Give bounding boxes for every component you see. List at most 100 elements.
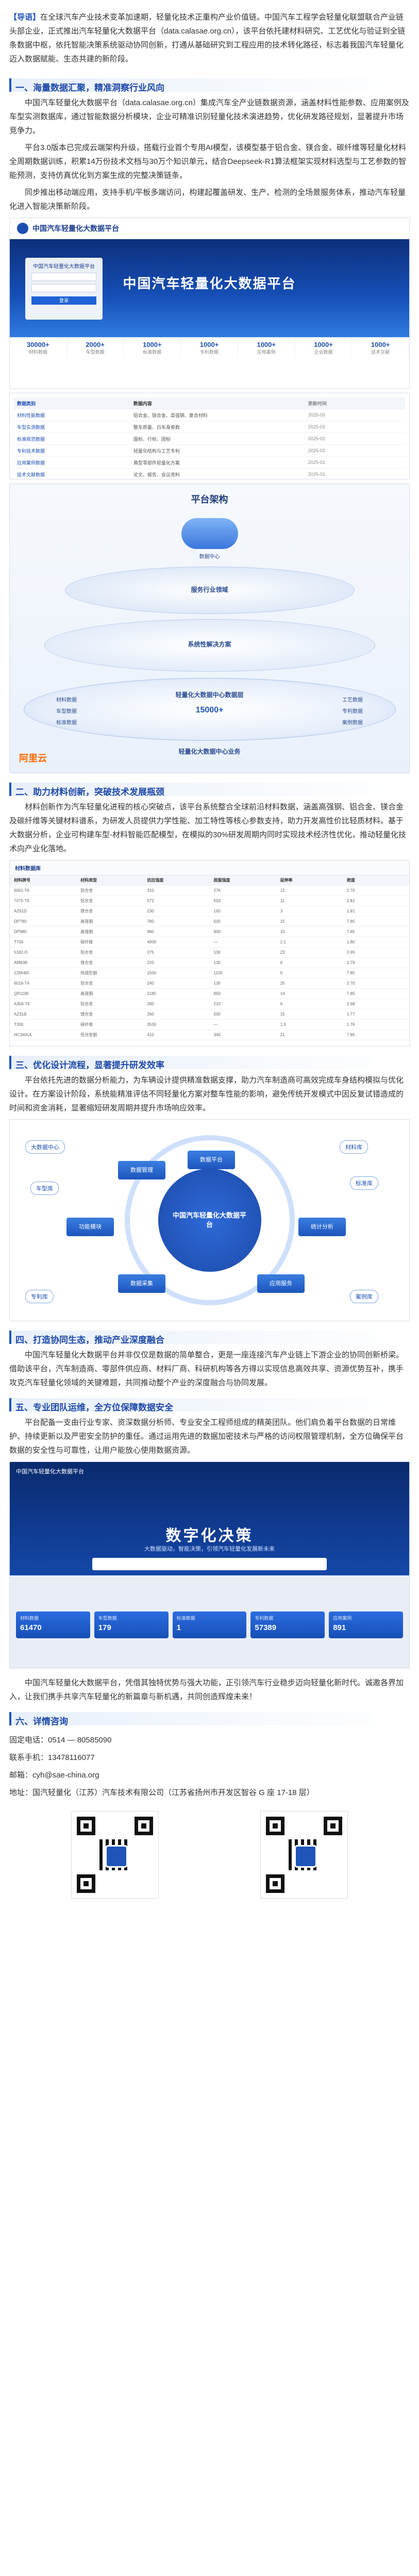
table-cell: 260 xyxy=(147,1012,154,1017)
section-4-title: 四、打造协同生态，推动产业深度融合 xyxy=(15,1335,164,1345)
decision-header: 中国汽车轻量化大数据平台 xyxy=(16,1469,84,1475)
table-cell: 5182-O xyxy=(14,950,28,955)
function-tag: 标准库 xyxy=(350,1176,378,1190)
table-row[interactable]: A356-T6 铝合金 280 210 6 2.68 xyxy=(10,999,409,1009)
section-3-paragraph-1: 平台依托先进的数据分析能力，为车辆设计提供精准数据支撑，助力汽车制造商可高效完成… xyxy=(9,1076,404,1112)
table-row[interactable]: DP980 高强钢 980 600 10 7.85 xyxy=(10,927,409,937)
kpi-value: 61470 xyxy=(20,1623,42,1632)
login-button[interactable]: 登录 xyxy=(31,296,96,305)
table-cell: 340 xyxy=(213,1033,221,1037)
table-cell: 23 xyxy=(280,950,285,955)
section-1-heading: 一、海量数据汇聚，精准洞察行业风向 xyxy=(0,73,419,96)
table-row[interactable]: 车型实测数据 整车质量、白车身参数 2025-03 xyxy=(14,421,405,433)
table-cell: 160 xyxy=(213,909,221,913)
table-row[interactable]: HC340LA 低合金钢 410 340 21 7.85 xyxy=(10,1030,409,1040)
table-cell: 7.85 xyxy=(346,919,355,924)
stat-label: 专利数据 xyxy=(200,350,219,355)
kpi-value: 1 xyxy=(176,1623,181,1632)
left-item: 标准数据 xyxy=(56,720,77,726)
table-row[interactable]: 材料性能数据 铝合金、镁合金、高强钢、复合材料 2025-03 xyxy=(14,409,405,421)
section-5-heading: 五、专业团队运维，全方位保障数据安全 xyxy=(0,1393,419,1416)
stat-label: 技术文献 xyxy=(371,350,390,355)
stat-item: 1000+ 标准数据 xyxy=(124,338,181,358)
table-cell: 1.79 xyxy=(346,960,355,965)
table-row[interactable]: T300 碳纤维 3530 — 1.5 1.76 xyxy=(10,1020,409,1030)
stat-value: 1000+ xyxy=(314,341,333,348)
table-cell: 6 xyxy=(280,1002,283,1006)
table-cell: 1.76 xyxy=(346,1022,355,1027)
decision-subtitle: 大数据驱动，智能决策，引领汽车轻量化发展新未来 xyxy=(144,1546,275,1552)
table-cell: 503 xyxy=(213,899,221,903)
function-node: 数据采集 xyxy=(118,1274,165,1293)
portal-screenshot: 中国汽车轻量化大数据平台 中国汽车轻量化大数据平台 登录 中国汽车轻量化大数据平… xyxy=(9,218,410,389)
intro-tag: 【导语】 xyxy=(9,13,41,22)
table-row[interactable]: T700 碳纤维 4900 — 2.1 1.80 xyxy=(10,937,409,948)
stat-item: 30000+ 材料数据 xyxy=(10,338,67,358)
table-cell: 410 xyxy=(147,1033,154,1037)
table-row[interactable]: 7075-T6 铝合金 572 503 11 2.81 xyxy=(10,896,409,906)
table-row[interactable]: 22MnB5 热成形钢 1500 1100 6 7.85 xyxy=(10,968,409,978)
function-node: 应用服务 xyxy=(257,1274,305,1293)
section-2-paragraph-1: 材料创新作为汽车轻量化进程的核心突破点，该平台系统整合全球前沿材料数据，涵盖高强… xyxy=(9,803,407,853)
stat-label: 应用案例 xyxy=(257,350,276,355)
table-cell: 2.70 xyxy=(346,981,355,986)
kpi-label: 车型数据 xyxy=(98,1616,117,1621)
decision-search-input[interactable] xyxy=(92,1558,327,1570)
table-cell: 高强钢 xyxy=(80,991,93,996)
stat-label: 企业数据 xyxy=(314,350,333,355)
platform-architecture-diagram: 平台架构 数据中心 服务行业领域 系统性解决方案 轻量化大数据中心数据层 150… xyxy=(9,484,410,773)
table-row[interactable]: 标准规范数据 国标、行标、团标 2025-02 xyxy=(14,433,405,445)
table-cell: 850 xyxy=(213,991,221,996)
cloud-icon xyxy=(181,518,238,549)
function-center-label: 中国汽车轻量化大数据平台 xyxy=(172,1211,246,1228)
table-cell: 275 xyxy=(147,950,154,955)
table-cell: 7.85 xyxy=(346,991,355,996)
qr-code-icon xyxy=(260,1811,348,1899)
table-cell: 276 xyxy=(213,888,221,893)
table-cell: 高强钢 xyxy=(80,919,93,924)
table-row[interactable]: 5182-O 铝合金 275 130 23 2.65 xyxy=(10,948,409,958)
table-cell: AZ31B xyxy=(14,1012,27,1017)
table-cell: 7.85 xyxy=(346,929,355,934)
table-cell: 1.80 xyxy=(346,940,355,944)
table-cell: 130 xyxy=(213,981,221,986)
function-diagram: 中国汽车轻量化大数据平台 功能模块 数据平台 统计分析 应用服务 数据采集 数据… xyxy=(9,1119,410,1321)
table-cell: 310 xyxy=(147,888,154,893)
kpi-label: 标准数据 xyxy=(176,1616,195,1621)
table-row[interactable]: QP1180 高强钢 1180 850 14 7.85 xyxy=(10,989,409,999)
table-cell: 780 xyxy=(147,919,154,924)
table-row[interactable]: 专利技术数据 轻量化结构与工艺专利 2025-02 xyxy=(14,445,405,457)
section-3-heading: 三、优化设计流程，显著提升研发效率 xyxy=(0,1051,419,1073)
section-1-paragraph-1: 中国汽车轻量化大数据平台（data.calasae.org.cn）集成汽车全产业… xyxy=(9,98,409,135)
table-cell: 高强钢 xyxy=(80,929,93,934)
section-3-title: 三、优化设计流程，显著提升研发效率 xyxy=(15,1060,164,1070)
table-cell: 22MnB5 xyxy=(14,971,29,975)
table-cell: 铝合金 xyxy=(80,1002,93,1006)
section-1-paragraph-3: 同步推出移动端应用，支持手机/平板多端访问，构建起覆盖研发、生产、检测的全场景服… xyxy=(9,188,406,211)
right-item: 专利数据 xyxy=(342,709,363,714)
table-cell: 25 xyxy=(280,981,285,986)
material-table-body: 材料牌号 材料类型 抗拉强度 屈服强度 延伸率 密度 6061-T6 铝合金 310 276 12 2… xyxy=(10,875,409,1040)
table-cell: 980 xyxy=(147,929,154,934)
stat-value: 1000+ xyxy=(199,341,219,348)
kpi-card: 标准数据 1 xyxy=(172,1611,247,1638)
contact-email[interactable]: 邮箱：cyh@sae-china.org xyxy=(9,1767,410,1784)
table-row[interactable]: AZ31B 镁合金 260 200 15 1.77 xyxy=(10,1009,409,1020)
table-cell: AZ91D xyxy=(14,909,27,913)
function-tag: 专利库 xyxy=(25,1290,54,1303)
table-row[interactable]: 6016-T4 铝合金 240 130 25 2.70 xyxy=(10,978,409,989)
table-row[interactable]: 技术文献数据 论文、报告、会议资料 2025-01 xyxy=(14,469,405,479)
section-2-heading: 二、助力材料创新，突破技术发展瓶颈 xyxy=(0,777,419,800)
table-row[interactable]: 应用案例数据 典型零部件轻量化方案 2025-01 xyxy=(14,457,405,469)
contact-info: 固定电话：0514 — 80585090 联系手机：13478116077 邮箱… xyxy=(0,1730,419,1804)
material-database-title: 材料数据库 xyxy=(10,860,409,875)
table-cell: 15 xyxy=(280,919,285,924)
table-row[interactable]: 6061-T6 铝合金 310 276 12 2.70 xyxy=(10,886,409,896)
table-cell: 210 xyxy=(213,1002,221,1006)
table-row[interactable]: AM60B 镁合金 220 130 6 1.79 xyxy=(10,958,409,968)
portal-logo-icon xyxy=(17,223,28,234)
table-cell: 镁合金 xyxy=(80,1012,93,1017)
table-row[interactable]: DP780 高强钢 780 500 15 7.85 xyxy=(10,917,409,927)
login-title: 中国汽车轻量化大数据平台 xyxy=(33,264,95,270)
table-row[interactable]: AZ91D 镁合金 230 160 3 1.81 xyxy=(10,906,409,917)
